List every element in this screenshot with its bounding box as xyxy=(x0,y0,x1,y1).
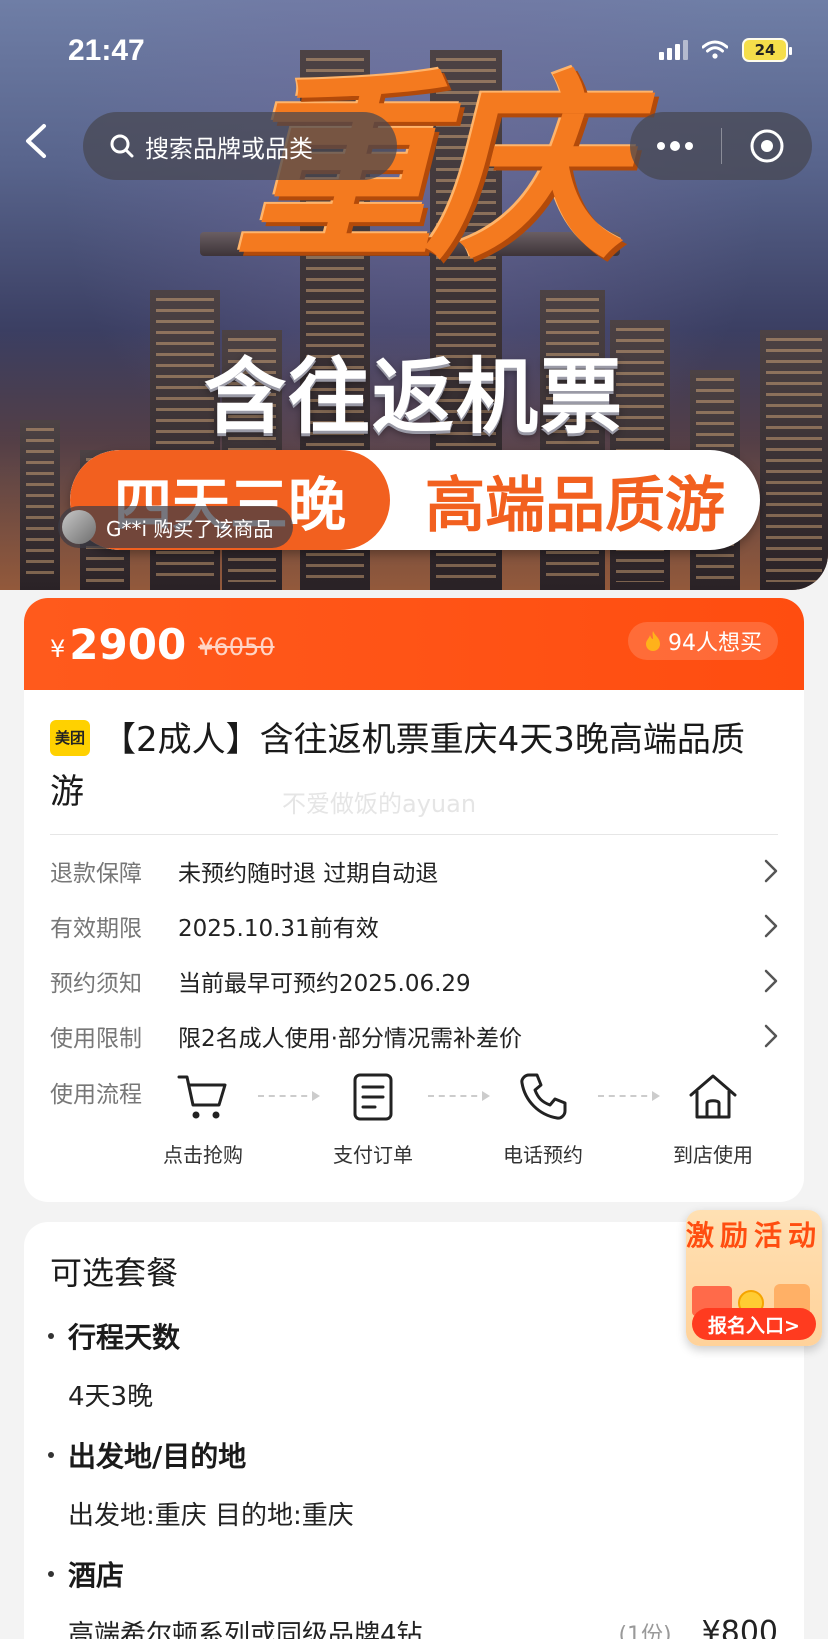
package-head: 行程天数 xyxy=(48,1316,778,1356)
status-icons: 24 xyxy=(659,38,792,62)
battery-level: 24 xyxy=(754,41,776,59)
cart-icon xyxy=(177,1075,227,1119)
info-key: 使用限制 xyxy=(50,1025,142,1052)
signal-icon xyxy=(659,40,688,60)
info-value: 当前最早可预约2025.06.29 xyxy=(178,970,471,997)
fire-icon xyxy=(646,631,660,651)
original-price: ¥6050 xyxy=(198,633,275,661)
hero-image: 重庆 含往返机票 四天三晚 高端品质游 G**i 购买了该商品 xyxy=(0,0,828,590)
flow-step-store: 到店使用 xyxy=(658,1069,768,1168)
search-placeholder: 搜索品牌或品类 xyxy=(145,134,313,163)
info-list: 退款保障 未预约随时退 过期自动退 有效期限 2025.10.31前有效 预约须… xyxy=(24,843,804,1063)
search-icon xyxy=(110,134,134,158)
product-card: ¥ 2900 ¥6050 94人想买 美团 【2成人】含往返机票重庆4天3晚高端品… xyxy=(24,598,804,1202)
flow-step-label: 点击抢购 xyxy=(163,1143,243,1167)
want-badge: 94人想买 xyxy=(628,622,778,660)
usage-flow: 使用流程 点击抢购 支付订单 电话预约 到店使用 xyxy=(24,1069,804,1168)
divider xyxy=(50,834,778,835)
info-value: 未预约随时退 过期自动退 xyxy=(178,860,439,887)
info-row-booking[interactable]: 预约须知 当前最早可预约2025.06.29 xyxy=(24,953,804,1008)
package-option-text: 出发地:重庆 目的地:重庆 xyxy=(68,1501,354,1531)
flow-step-pay: 支付订单 xyxy=(318,1069,428,1168)
phone-icon xyxy=(520,1073,567,1120)
back-icon[interactable] xyxy=(18,116,58,166)
package-head-text: 行程天数 xyxy=(68,1321,181,1354)
buyer-notice: G**i 购买了该商品 xyxy=(58,506,294,548)
meituan-logo: 美团 xyxy=(50,719,90,756)
flow-step-label: 到店使用 xyxy=(673,1143,753,1167)
status-time: 21:47 xyxy=(68,34,145,67)
info-row-refund[interactable]: 退款保障 未预约随时退 过期自动退 xyxy=(24,843,804,898)
want-count: 94人想买 xyxy=(668,631,762,656)
package-option[interactable]: 高端希尔顿系列或同级品牌4钻 (1份) ¥800 xyxy=(50,1614,778,1639)
package-head: 出发地/目的地 xyxy=(48,1435,778,1475)
flow-step-label: 电话预约 xyxy=(503,1143,583,1167)
info-value: 限2名成人使用·部分情况需补差价 xyxy=(178,1025,522,1052)
watermark: 不爱做饭的ayuan xyxy=(282,790,477,818)
promo-title: 激励活动 xyxy=(686,1219,822,1252)
chevron-right-icon xyxy=(764,969,778,992)
current-price: 2900 xyxy=(69,619,187,669)
bullet-dot xyxy=(48,1333,54,1339)
info-key: 退款保障 xyxy=(50,860,142,887)
flow-arrow xyxy=(258,1091,320,1101)
chevron-right-icon xyxy=(764,914,778,937)
banner-right: 高端品质游 xyxy=(425,470,725,541)
package-option[interactable]: 4天3晚 xyxy=(50,1376,778,1413)
bullet-dot xyxy=(48,1452,54,1458)
package-option-text: 4天3晚 xyxy=(68,1382,154,1412)
package-option-text: 高端希尔顿系列或同级品牌4钻 xyxy=(68,1620,423,1639)
info-row-validity[interactable]: 有效期限 2025.10.31前有效 xyxy=(24,898,804,953)
price-bar: ¥ 2900 ¥6050 94人想买 xyxy=(24,598,804,690)
promo-widget[interactable]: 激励活动 报名入口> xyxy=(686,1210,822,1346)
search-input[interactable]: 搜索品牌或品类 xyxy=(83,112,397,180)
hero-title-sub: 含往返机票 xyxy=(203,350,624,445)
mini-program-capsule xyxy=(630,112,812,180)
package-head-text: 出发地/目的地 xyxy=(68,1440,247,1473)
flow-step-buy: 点击抢购 xyxy=(148,1069,258,1168)
battery-icon: 24 xyxy=(742,38,792,62)
package-option[interactable]: 出发地:重庆 目的地:重庆 xyxy=(50,1495,778,1532)
wifi-icon xyxy=(702,40,728,59)
info-key: 预约须知 xyxy=(50,970,142,997)
more-dots-icon xyxy=(657,141,694,151)
flow-arrow xyxy=(598,1091,660,1101)
buyer-avatar xyxy=(62,510,96,544)
package-route: 出发地/目的地 出发地:重庆 目的地:重庆 xyxy=(24,1435,804,1532)
product-title: 美团 【2成人】含往返机票重庆4天3晚高端品质游 不爱做饭的ayuan xyxy=(24,690,804,818)
flow-step-label: 支付订单 xyxy=(333,1143,413,1167)
target-circle-icon xyxy=(750,129,784,163)
package-hotel: 酒店 高端希尔顿系列或同级品牌4钻 (1份) ¥800 xyxy=(24,1554,804,1639)
package-head: 酒店 xyxy=(48,1554,778,1594)
package-head-text: 酒店 xyxy=(68,1559,125,1592)
document-icon xyxy=(353,1073,393,1121)
info-row-restriction[interactable]: 使用限制 限2名成人使用·部分情况需补差价 xyxy=(24,1008,804,1063)
buyer-notice-text: G**i 购买了该商品 xyxy=(106,516,274,541)
flow-step-call: 电话预约 xyxy=(488,1069,598,1168)
close-miniprogram-button[interactable] xyxy=(722,112,813,180)
chevron-right-icon xyxy=(764,1024,778,1047)
flow-arrow xyxy=(428,1091,490,1101)
currency-symbol: ¥ xyxy=(50,635,66,663)
info-key: 有效期限 xyxy=(50,915,142,942)
more-button[interactable] xyxy=(630,112,721,180)
bullet-dot xyxy=(48,1571,54,1577)
package-price: ¥800 xyxy=(701,1615,778,1639)
package-qty: (1份) xyxy=(618,1622,672,1639)
promo-signup-button[interactable]: 报名入口> xyxy=(692,1308,816,1340)
home-icon xyxy=(689,1074,737,1119)
flow-key: 使用流程 xyxy=(50,1082,142,1108)
info-value: 2025.10.31前有效 xyxy=(178,915,379,942)
chevron-right-icon xyxy=(764,859,778,882)
flow-steps: 点击抢购 支付订单 电话预约 到店使用 xyxy=(148,1069,778,1168)
